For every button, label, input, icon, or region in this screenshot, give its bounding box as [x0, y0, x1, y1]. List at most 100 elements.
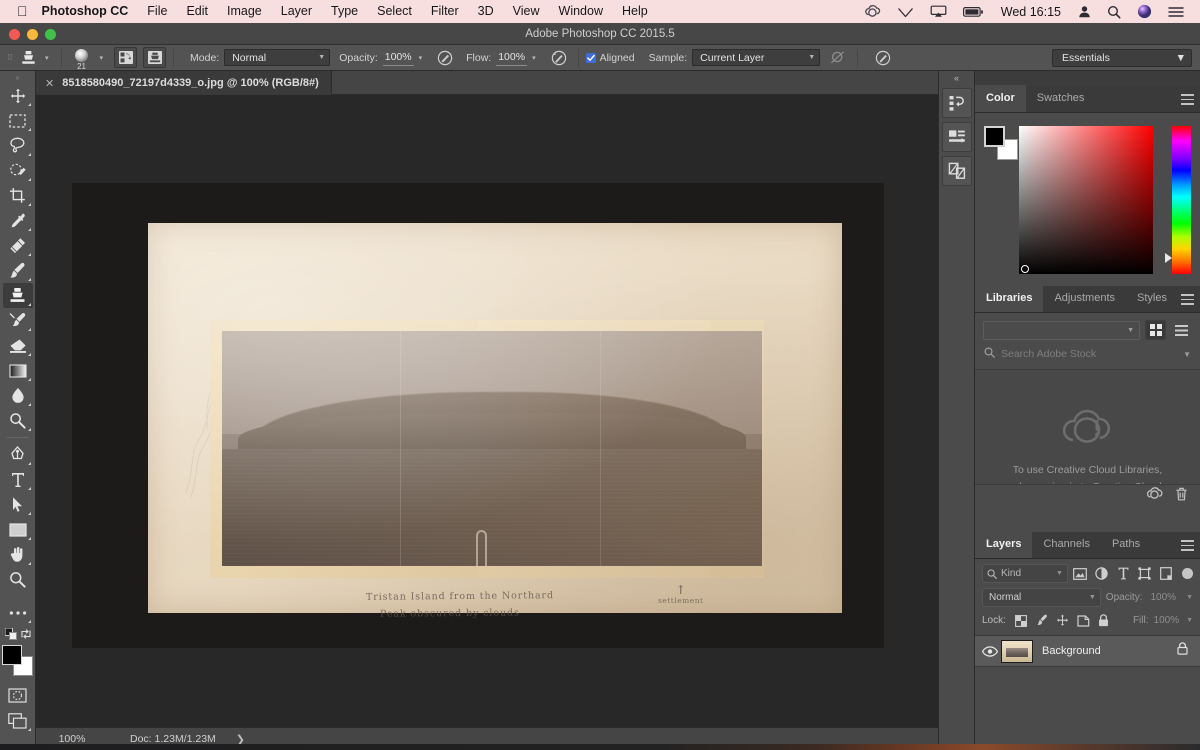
tab-paths[interactable]: Paths	[1101, 531, 1151, 558]
sample-select[interactable]: Current Layer ▼	[692, 49, 821, 66]
chevron-down-icon[interactable]: ▼	[1186, 594, 1193, 601]
menu-item-edit[interactable]: Edit	[177, 0, 218, 23]
menu-item-image[interactable]: Image	[218, 0, 272, 23]
screen-mode-icon[interactable]	[3, 708, 33, 733]
eyedropper-tool[interactable]	[3, 208, 33, 233]
tab-swatches[interactable]: Swatches	[1026, 85, 1096, 112]
menu-item-window[interactable]: Window	[549, 0, 612, 23]
brush-panel-icon[interactable]	[114, 47, 138, 68]
panel-menu-icon[interactable]	[1181, 294, 1194, 308]
layer-opacity-value[interactable]: 100%	[1150, 592, 1176, 603]
tab-adjustments[interactable]: Adjustments	[1043, 285, 1126, 312]
clone-stamp-icon[interactable]	[16, 47, 40, 69]
panel-menu-icon[interactable]	[1181, 94, 1194, 108]
brush-tool[interactable]	[3, 258, 33, 283]
chevron-down-icon[interactable]: ▼	[1183, 350, 1191, 359]
options-bar-grip[interactable]: ⁞⁞	[4, 45, 16, 71]
brush-preset-picker[interactable]: 21	[69, 46, 95, 71]
panel-menu-icon[interactable]	[1181, 540, 1194, 554]
pen-tool[interactable]	[3, 442, 33, 467]
filter-adjustment-icon[interactable]	[1092, 564, 1110, 583]
creative-cloud-icon[interactable]	[856, 5, 889, 18]
tab-channels[interactable]: Channels	[1032, 531, 1100, 558]
search-icon[interactable]	[1099, 5, 1129, 19]
clone-stamp-tool[interactable]	[2, 283, 33, 308]
zoom-tool[interactable]	[3, 567, 33, 592]
chevron-down-icon[interactable]: ▼	[1186, 617, 1193, 624]
filter-enable-toggle[interactable]	[1182, 568, 1193, 579]
color-panel-swatches[interactable]	[984, 126, 1018, 160]
lock-transparent-icon[interactable]	[1012, 612, 1031, 629]
type-tool[interactable]	[3, 467, 33, 492]
list-view-icon[interactable]	[1171, 320, 1192, 340]
lasso-tool[interactable]	[3, 133, 33, 158]
eye-icon[interactable]	[979, 645, 1001, 657]
close-tab-icon[interactable]: ✕	[45, 77, 54, 90]
opacity-chevron[interactable]: ▾	[414, 54, 428, 62]
canvas-area[interactable]: Tristan Island from the Northard Peak ob…	[36, 95, 938, 727]
lock-all-icon[interactable]	[1094, 612, 1113, 629]
adobe-stock-search[interactable]: Search Adobe Stock ▼	[975, 340, 1200, 370]
menu-item-type[interactable]: Type	[322, 0, 368, 23]
rectangular-marquee-tool[interactable]	[3, 108, 33, 133]
layer-name[interactable]: Background	[1042, 645, 1177, 657]
history-brush-tool[interactable]	[3, 308, 33, 333]
minimize-button[interactable]	[27, 29, 38, 40]
apple-icon[interactable]: 	[8, 3, 39, 21]
double-chevron-left-icon[interactable]: «	[939, 71, 974, 84]
grid-view-icon[interactable]	[1145, 320, 1166, 340]
delete-icon[interactable]	[1175, 487, 1188, 506]
brush-preset-chevron[interactable]: ▾	[95, 54, 109, 62]
aligned-checkbox[interactable]	[585, 52, 596, 63]
document-tab[interactable]: ✕ 8518580490_72197d4339_o.jpg @ 100% (RG…	[36, 71, 332, 95]
rectangle-tool[interactable]	[3, 517, 33, 542]
menu-item-select[interactable]: Select	[368, 0, 422, 23]
filter-smart-object-icon[interactable]	[1157, 564, 1175, 583]
tab-layers[interactable]: Layers	[975, 531, 1033, 558]
fill-value[interactable]: 100%	[1154, 615, 1180, 626]
toolbar-grip[interactable]: »	[0, 74, 35, 83]
filter-type-icon[interactable]	[1114, 564, 1132, 583]
menu-item-layer[interactable]: Layer	[271, 0, 321, 23]
workspace-selector[interactable]: Essentials ▼	[1052, 49, 1192, 67]
spot-healing-brush-tool[interactable]	[3, 233, 33, 258]
color-foreground-swatch[interactable]	[984, 126, 1005, 147]
menu-item-file[interactable]: File	[138, 0, 177, 23]
tab-color[interactable]: Color	[975, 85, 1026, 112]
lock-position-icon[interactable]	[1053, 612, 1072, 629]
filter-shape-icon[interactable]	[1135, 564, 1153, 583]
siri-icon[interactable]	[1129, 4, 1160, 19]
color-field-picker[interactable]	[1019, 126, 1153, 274]
notification-center-icon[interactable]	[1160, 6, 1192, 18]
properties-panel-icon[interactable]	[941, 122, 972, 152]
document-image[interactable]: Tristan Island from the Northard Peak ob…	[72, 183, 884, 648]
dodge-tool[interactable]	[3, 408, 33, 433]
hue-slider[interactable]	[1172, 126, 1191, 274]
ignore-adjustment-layers-icon[interactable]	[826, 47, 850, 69]
flow-input[interactable]: 100%	[496, 49, 528, 66]
sync-libraries-icon[interactable]	[1146, 487, 1163, 506]
filter-pixel-icon[interactable]	[1071, 564, 1089, 583]
move-tool[interactable]	[3, 83, 33, 108]
layer-filter-kind-select[interactable]: Kind ▼	[982, 564, 1068, 583]
eraser-tool[interactable]	[3, 333, 33, 358]
battery-icon[interactable]	[955, 6, 992, 18]
library-select[interactable]: ▼	[983, 320, 1140, 340]
hand-tool[interactable]	[3, 542, 33, 567]
swap-colors-icon[interactable]	[20, 627, 32, 645]
channels-panel-icon[interactable]	[941, 156, 972, 186]
pressure-opacity-icon[interactable]	[433, 47, 457, 69]
default-colors-icon[interactable]	[4, 627, 17, 645]
tool-preset-chevron[interactable]: ▾	[40, 54, 54, 62]
foreground-color-swatch[interactable]	[1, 645, 22, 665]
quick-selection-tool[interactable]	[3, 158, 33, 183]
lock-artboard-icon[interactable]	[1074, 612, 1093, 629]
menu-item-help[interactable]: Help	[613, 0, 658, 23]
history-panel-icon[interactable]	[941, 88, 972, 118]
opacity-input[interactable]: 100%	[382, 49, 414, 66]
color-swatches[interactable]	[1, 645, 34, 677]
path-selection-tool[interactable]	[3, 492, 33, 517]
layer-thumbnail[interactable]	[1001, 639, 1033, 663]
menu-clock[interactable]: Wed 16:15	[992, 5, 1070, 19]
airbrush-icon[interactable]	[547, 47, 571, 69]
